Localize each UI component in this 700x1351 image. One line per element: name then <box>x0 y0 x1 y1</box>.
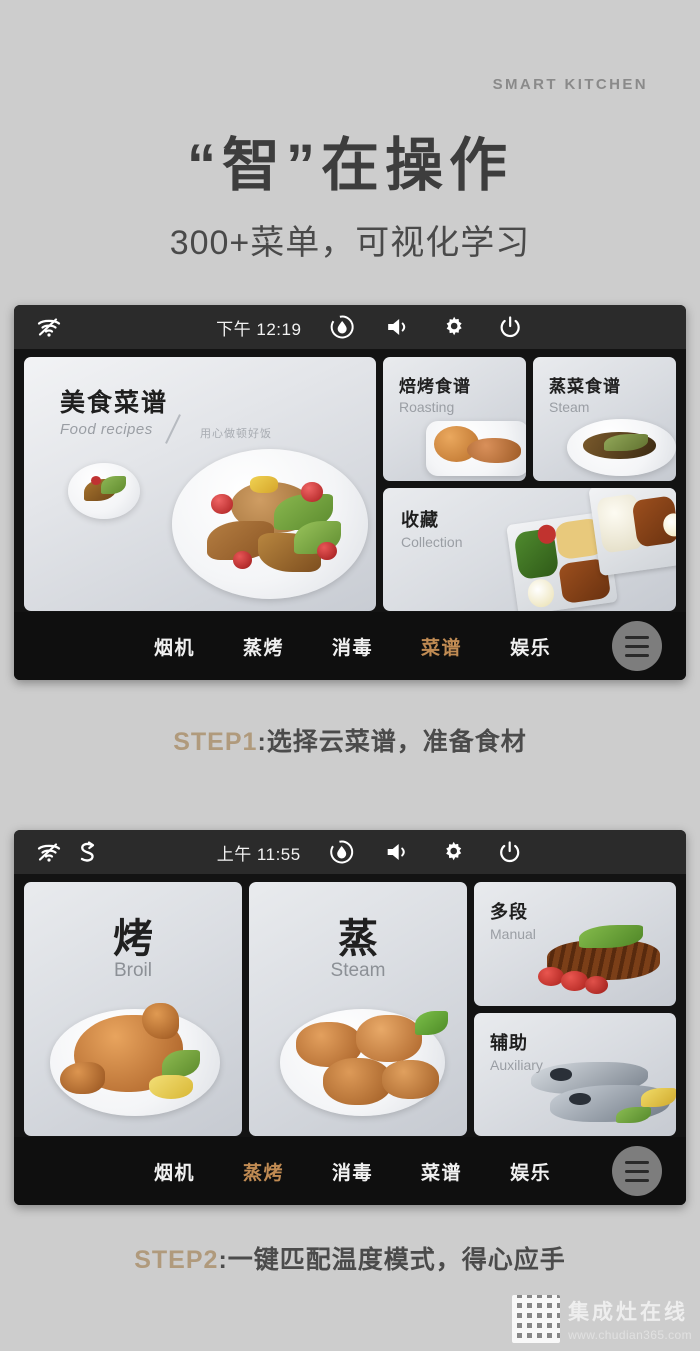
step1-number: STEP1 <box>173 728 258 756</box>
device-screen-recipes: 下午 12:19 美食菜谱 Food recipes 用心做顿好饭 焙烤食谱 R… <box>14 305 686 680</box>
recipe-side-top-row: 焙烤食谱 Roasting 蒸菜食谱 Steam <box>383 357 676 481</box>
gear-icon[interactable] <box>437 835 471 869</box>
volume-icon[interactable] <box>381 310 415 344</box>
volume-icon[interactable] <box>381 835 415 869</box>
food-image-steak <box>527 924 672 998</box>
watermark: 集成灶在线 www.chudian365.com <box>512 1295 692 1343</box>
card-title: 美食菜谱 <box>60 389 169 417</box>
device-screen-modes: 上午 11:55 烤 Broil 蒸 Steam 多段 Manual 辅助 Au… <box>14 830 686 1205</box>
status-left-icons <box>14 314 62 340</box>
recipe-card-grid: 美食菜谱 Food recipes 用心做顿好饭 焙烤食谱 Roasting 蒸… <box>24 357 676 611</box>
card-title: 烤 <box>113 917 153 961</box>
nav-item-sterilize[interactable]: 消毒 <box>332 1158 373 1185</box>
menu-bar <box>625 1178 649 1182</box>
eyebrow-text: SMART KITCHEN <box>492 76 648 93</box>
watermark-name: 集成灶在线 <box>568 1301 689 1324</box>
card-title: 多段 <box>490 902 528 922</box>
step1-text: :选择云菜谱，准备食材 <box>257 728 527 756</box>
card-subtitle: Collection <box>401 534 463 550</box>
recipe-main-column: 美食菜谱 Food recipes 用心做顿好饭 <box>24 357 376 611</box>
food-image-bread <box>425 421 526 477</box>
card-subtitle: Manual <box>490 926 536 942</box>
status-bar-screen1: 下午 12:19 <box>14 305 686 349</box>
menu-bar <box>625 653 649 657</box>
watermark-text: 集成灶在线 www.chudian365.com <box>568 1296 692 1342</box>
nav-item-list: 烟机 蒸烤 消毒 菜谱 娱乐 <box>14 1158 551 1185</box>
card-title: 辅助 <box>490 1032 528 1053</box>
step2-caption: STEP2:一键匹配温度模式，得心应手 <box>0 1240 700 1276</box>
status-time: 下午 12:19 <box>216 319 302 339</box>
card-mode-auxiliary[interactable]: 辅助 Auxiliary <box>474 1012 676 1136</box>
mode-card-grid: 烤 Broil 蒸 Steam 多段 Manual 辅助 Auxiliary <box>24 882 676 1136</box>
menu-bar <box>625 1160 649 1164</box>
card-subtitle: Steam <box>549 399 590 415</box>
bottom-nav-screen1: 烟机 蒸烤 消毒 菜谱 娱乐 <box>14 612 686 680</box>
nav-item-hood[interactable]: 烟机 <box>154 633 195 660</box>
card-subtitle: Steam <box>330 960 386 981</box>
watermark-logo-icon <box>512 1295 561 1343</box>
nav-item-steam-oven[interactable]: 蒸烤 <box>243 633 284 660</box>
menu-bar <box>625 644 649 648</box>
step2-number: STEP2 <box>134 1246 219 1274</box>
humidity-icon[interactable] <box>325 310 359 344</box>
food-image-roast-chicken <box>50 1002 221 1116</box>
card-title: 蒸菜食谱 <box>549 377 621 396</box>
menu-bar <box>625 1169 649 1173</box>
card-mode-manual[interactable]: 多段 Manual <box>474 882 676 1006</box>
gear-icon[interactable] <box>437 310 471 344</box>
screen2-content: 烤 Broil 蒸 Steam 多段 Manual 辅助 Auxiliary <box>14 874 686 1136</box>
card-collection[interactable]: 收藏 Collection <box>383 488 676 611</box>
nav-item-recipes[interactable]: 菜谱 <box>421 633 462 660</box>
card-steam-recipes[interactable]: 蒸菜食谱 Steam <box>533 357 676 481</box>
card-subtitle: Roasting <box>399 399 455 415</box>
page-subtitle: 300+菜单，可视化学习 <box>169 224 531 262</box>
card-subtitle: Broil <box>113 960 152 981</box>
hamburger-menu-icon[interactable] <box>612 621 662 671</box>
step1-caption: STEP1:选择云菜谱，准备食材 <box>0 722 700 758</box>
card-subtitle: Food recipes <box>60 421 153 438</box>
wifi-off-icon[interactable] <box>36 839 62 865</box>
nav-item-entertainment[interactable]: 娱乐 <box>510 1158 551 1185</box>
card-food-recipes[interactable]: 美食菜谱 Food recipes 用心做顿好饭 <box>24 357 376 611</box>
menu-bar <box>625 635 649 639</box>
wifi-off-icon[interactable] <box>36 314 62 340</box>
hamburger-menu-icon[interactable] <box>612 1146 662 1196</box>
nav-item-steam-oven[interactable]: 蒸烤 <box>243 1158 284 1185</box>
status-time: 上午 11:55 <box>216 844 301 864</box>
status-left-icons <box>14 839 100 865</box>
card-tagline: 用心做顿好饭 <box>200 428 272 440</box>
nav-item-sterilize[interactable]: 消毒 <box>332 633 373 660</box>
status-bar-screen2: 上午 11:55 <box>14 830 686 874</box>
nav-item-recipes[interactable]: 菜谱 <box>421 1158 462 1185</box>
card-title: 蒸 <box>338 917 378 961</box>
card-subtitle: Auxiliary <box>490 1056 543 1073</box>
humidity-icon[interactable] <box>325 835 359 869</box>
food-image-salad <box>172 449 368 599</box>
page-header: SMART KITCHEN “智”在操作 300+菜单，可视化学习 <box>0 0 700 300</box>
status-right-cluster: 上午 11:55 <box>217 835 527 869</box>
nav-item-hood[interactable]: 烟机 <box>154 1158 195 1185</box>
bottom-nav-screen2: 烟机 蒸烤 消毒 菜谱 娱乐 <box>14 1137 686 1205</box>
power-icon[interactable] <box>493 835 527 869</box>
food-image-crab <box>279 1009 449 1116</box>
nav-item-entertainment[interactable]: 娱乐 <box>510 633 551 660</box>
card-mode-steam[interactable]: 蒸 Steam <box>249 882 467 1136</box>
status-right-cluster: 下午 12:19 <box>216 310 527 344</box>
mode-side-column: 多段 Manual 辅助 Auxiliary <box>474 882 676 1136</box>
food-image-bento-2 <box>588 488 676 576</box>
screen1-content: 美食菜谱 Food recipes 用心做顿好饭 焙烤食谱 Roasting 蒸… <box>14 349 686 611</box>
step2-text: :一键匹配温度模式，得心应手 <box>218 1246 566 1274</box>
nav-item-list: 烟机 蒸烤 消毒 菜谱 娱乐 <box>14 633 551 660</box>
card-mode-broil[interactable]: 烤 Broil <box>24 882 242 1136</box>
power-icon[interactable] <box>493 310 527 344</box>
recipe-side-column: 焙烤食谱 Roasting 蒸菜食谱 Steam 收藏 Collection <box>383 357 676 611</box>
watermark-url: www.chudian365.com <box>568 1328 692 1342</box>
card-roasting[interactable]: 焙烤食谱 Roasting <box>383 357 526 481</box>
card-title: 焙烤食谱 <box>399 377 471 396</box>
page-title: “智”在操作 <box>186 133 513 198</box>
food-image-steamed-fish <box>567 419 676 477</box>
sync-icon[interactable] <box>74 839 100 865</box>
food-image-side-dish <box>68 463 140 519</box>
card-title: 收藏 <box>401 510 439 530</box>
